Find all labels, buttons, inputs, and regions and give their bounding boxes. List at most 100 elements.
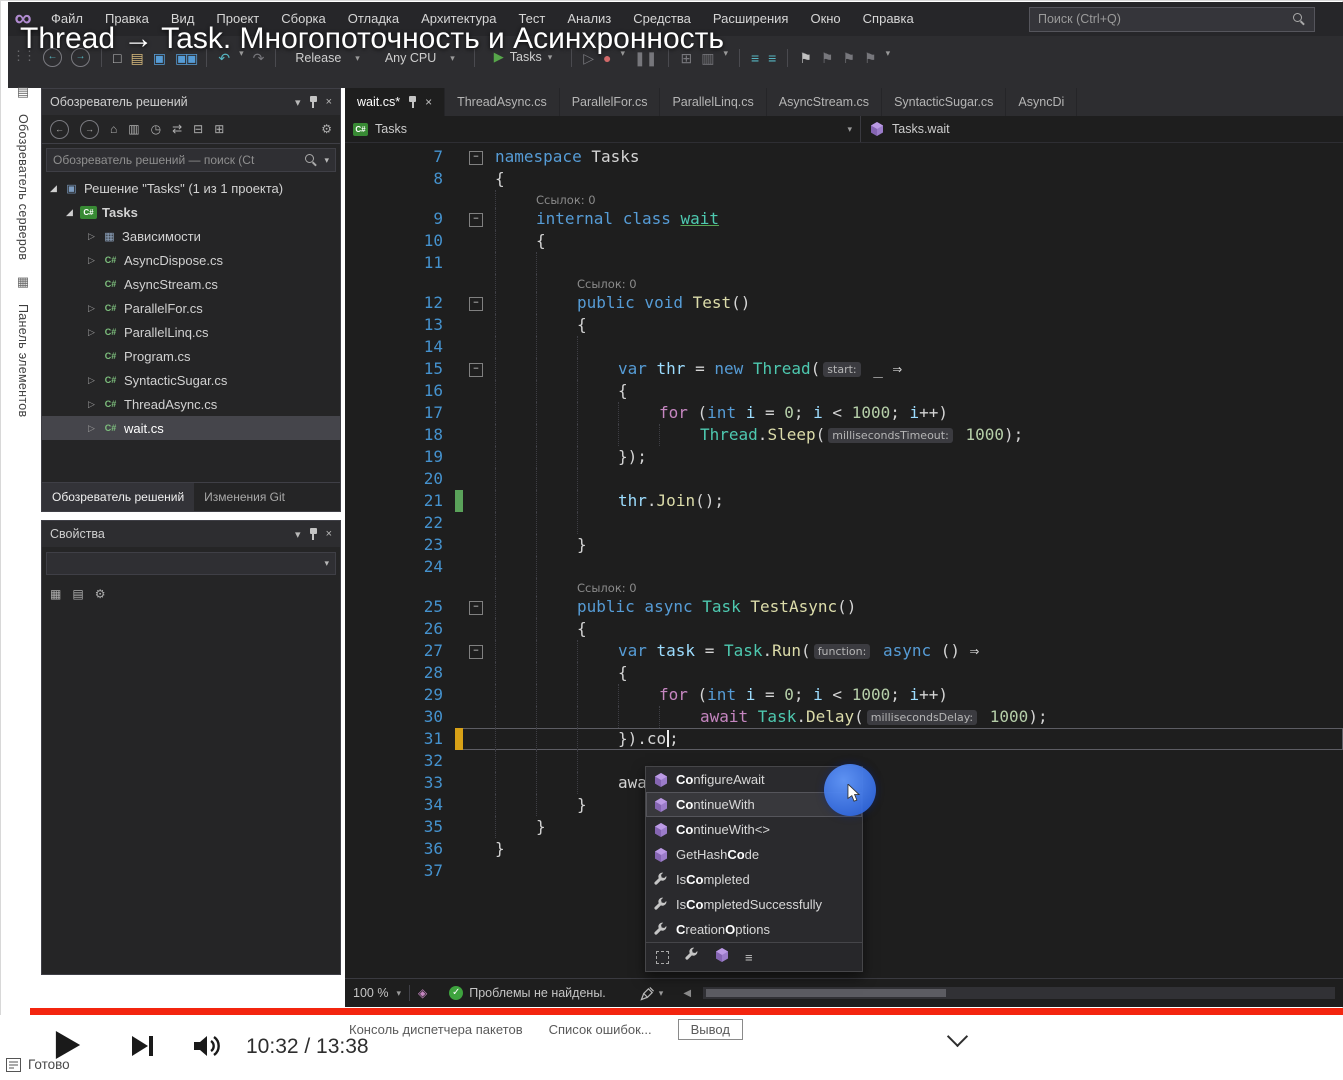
tree-item[interactable]: ▷ C# ParallelFor.cs: [42, 296, 340, 320]
fold-marker[interactable]: −: [463, 292, 489, 314]
code-line[interactable]: 30 await Task.Delay(millisecondsDelay: 10…: [345, 706, 1343, 728]
sidebar-tab-toolbox[interactable]: Панель элементов: [16, 304, 30, 417]
zoom-level[interactable]: 100 %: [353, 986, 388, 1000]
document-health-indicator[interactable]: ✓ Проблемы не найдены.: [449, 986, 606, 1000]
chevron-down-icon[interactable]: ▾: [295, 96, 301, 109]
completion-item[interactable]: CreationOptions: [646, 917, 862, 942]
expanded-arrow-icon[interactable]: ◢: [64, 207, 75, 218]
decrease-indent-icon[interactable]: ≡: [751, 48, 759, 68]
code-line[interactable]: 13 {: [345, 314, 1343, 336]
collapsed-arrow-icon[interactable]: ▷: [86, 231, 97, 242]
tree-item[interactable]: C# Program.cs: [42, 344, 340, 368]
document-tab[interactable]: ParallelLinq.cs: [660, 88, 767, 116]
completion-item[interactable]: IsCompleted: [646, 867, 862, 892]
tree-item[interactable]: ▷ C# ThreadAsync.cs: [42, 392, 340, 416]
solution-search-input[interactable]: Обозреватель решений — поиск (Ct ▾: [46, 148, 336, 172]
close-icon[interactable]: ×: [326, 96, 332, 108]
collapse-box-icon[interactable]: −: [469, 213, 483, 227]
scroll-left-arrow-icon[interactable]: ◀: [683, 988, 691, 999]
tree-item[interactable]: ▷ C# AsyncDispose.cs: [42, 248, 340, 272]
code-line[interactable]: 19});: [345, 446, 1343, 468]
codelens-references[interactable]: Ссылок: 0: [577, 277, 637, 291]
next-video-button[interactable]: [130, 1033, 156, 1064]
previous-bookmark-icon[interactable]: ⚑: [821, 48, 834, 68]
fold-marker[interactable]: −: [463, 358, 489, 380]
breadcrumb-member-dropdown[interactable]: Tasks.wait: [861, 116, 1343, 142]
close-icon[interactable]: ×: [326, 528, 332, 540]
fold-marker[interactable]: −: [463, 596, 489, 618]
chevron-down-icon[interactable]: ▾: [295, 528, 301, 541]
forward-icon[interactable]: →: [80, 119, 99, 139]
code-line[interactable]: 27− var task = Task.Run(function: async (…: [345, 640, 1343, 662]
code-line[interactable]: 10 {: [345, 230, 1343, 252]
filter-properties-icon[interactable]: [684, 947, 699, 967]
tree-item[interactable]: ▷ C# SyntacticSugar.cs: [42, 368, 340, 392]
code-line[interactable]: 18 Thread.Sleep(millisecondsTimeout: 1000…: [345, 424, 1343, 446]
document-tab[interactable]: wait.cs* ×: [345, 88, 446, 116]
code-line[interactable]: 24: [345, 556, 1343, 578]
collapsed-arrow-icon[interactable]: ▷: [86, 423, 97, 434]
code-line[interactable]: 29 for (int i = 0; i < 1000; i++): [345, 684, 1343, 706]
bottom-panel-tab[interactable]: Консоль диспетчера пакетов: [349, 1022, 523, 1037]
collapsed-arrow-icon[interactable]: ▷: [86, 327, 97, 338]
breadcrumb-project-dropdown[interactable]: C# Tasks ▾: [345, 116, 861, 142]
filter-list-icon[interactable]: ≡: [745, 950, 753, 965]
codelens-row[interactable]: Ссылок: 0: [345, 190, 1343, 208]
code-cleanup-button[interactable]: ▾: [640, 986, 663, 1001]
completion-item[interactable]: ContinueWith<>: [646, 817, 862, 842]
code-line[interactable]: 11: [345, 252, 1343, 274]
codelens-references[interactable]: Ссылок: 0: [577, 581, 637, 595]
code-line[interactable]: 16 {: [345, 380, 1343, 402]
panel-tab[interactable]: Обозреватель решений: [42, 483, 195, 511]
switch-views-icon[interactable]: ▥: [128, 122, 139, 136]
sync-with-active-document-icon[interactable]: ⇄: [172, 122, 182, 136]
chevron-down-icon[interactable]: ▾: [396, 988, 401, 999]
collapse-box-icon[interactable]: −: [469, 363, 483, 377]
code-line[interactable]: 20: [345, 468, 1343, 490]
code-line[interactable]: 21 thr.Join();: [345, 490, 1343, 512]
codelens-row[interactable]: Ссылок: 0: [345, 274, 1343, 292]
document-tab[interactable]: SyntacticSugar.cs: [882, 88, 1007, 116]
sidebar-tab-server-explorer[interactable]: Обозреватель серверов: [16, 114, 30, 260]
code-line[interactable]: 23}: [345, 534, 1343, 556]
document-outline-icon[interactable]: ◈: [418, 986, 427, 1000]
clear-bookmarks-icon[interactable]: ⚑: [864, 48, 877, 68]
code-line[interactable]: 12− public void Test(): [345, 292, 1343, 314]
collapsed-arrow-icon[interactable]: ▷: [86, 399, 97, 410]
document-tab[interactable]: ThreadAsync.cs: [445, 88, 560, 116]
tree-item[interactable]: ▷ ▦ Зависимости: [42, 224, 340, 248]
tree-item[interactable]: C# AsyncStream.cs: [42, 272, 340, 296]
code-line[interactable]: 15− var thr = new Thread(start: _ ⇒: [345, 358, 1343, 380]
expanded-arrow-icon[interactable]: ◢: [48, 183, 59, 194]
collapsed-arrow-icon[interactable]: ▷: [86, 255, 97, 266]
close-icon[interactable]: ×: [425, 95, 432, 109]
code-line[interactable]: 22: [345, 512, 1343, 534]
collapse-box-icon[interactable]: −: [469, 601, 483, 615]
back-icon[interactable]: ←: [50, 119, 69, 139]
code-line[interactable]: 8{: [345, 168, 1343, 190]
fold-marker[interactable]: −: [463, 640, 489, 662]
code-line[interactable]: 26 {: [345, 618, 1343, 640]
home-icon[interactable]: ⌂: [110, 122, 117, 136]
collapse-box-icon[interactable]: −: [469, 151, 483, 165]
increase-indent-icon[interactable]: ≡: [768, 48, 776, 68]
video-progress-bar[interactable]: [30, 1008, 1343, 1015]
alphabetical-icon[interactable]: ▤: [72, 587, 83, 601]
code-line[interactable]: 9− internal class wait: [345, 208, 1343, 230]
tree-item-project[interactable]: ◢ C# Tasks: [42, 200, 340, 224]
menu-item[interactable]: Справка: [852, 2, 925, 36]
pending-changes-filter-icon[interactable]: ◷: [151, 122, 161, 136]
code-line[interactable]: 14: [345, 336, 1343, 358]
tree-item-solution[interactable]: ◢ ▣ Решение "Tasks" (1 из 1 проекта): [42, 176, 340, 200]
chevron-down-icon[interactable]: [946, 1025, 969, 1048]
filter-all-icon[interactable]: [656, 950, 669, 964]
filter-methods-icon[interactable]: [714, 947, 730, 968]
collapse-box-icon[interactable]: −: [469, 645, 483, 659]
pin-icon[interactable]: [408, 95, 417, 109]
bottom-panel-tab[interactable]: Вывод: [677, 1019, 743, 1040]
scrollbar-thumb[interactable]: [706, 989, 947, 997]
collapsed-arrow-icon[interactable]: ▷: [86, 303, 97, 314]
properties-icon[interactable]: ⚙: [321, 122, 332, 136]
collapse-box-icon[interactable]: −: [469, 297, 483, 311]
collapse-all-icon[interactable]: ⊟: [193, 122, 203, 136]
